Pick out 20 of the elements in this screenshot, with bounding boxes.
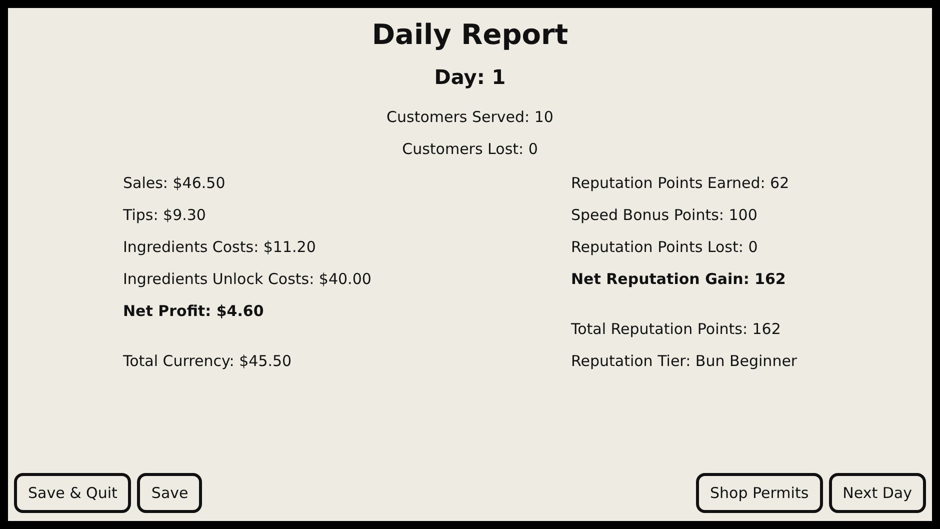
action-button[interactable]: Save <box>137 473 202 513</box>
report-line: Ingredients Unlock Costs: $40.00 <box>123 269 372 289</box>
action-button[interactable]: Shop Permits <box>696 473 823 513</box>
report-line: Total Reputation Points: 162 <box>571 319 782 339</box>
report-line: Sales: $46.50 <box>123 173 226 193</box>
report-line: Ingredients Costs: $11.20 <box>123 237 317 257</box>
day-label: Day: 1 <box>434 65 506 89</box>
report-title: Daily Report <box>372 18 568 51</box>
report-line: Reputation Points Lost: 0 <box>571 237 759 257</box>
action-button[interactable]: Next Day <box>828 473 926 513</box>
report-line: Tips: $9.30 <box>123 205 207 225</box>
report-line: Reputation Tier: Bun Beginner <box>571 351 798 371</box>
summary-line: Customers Lost: 0 <box>402 139 538 159</box>
report-line: Total Currency: $45.50 <box>123 351 293 371</box>
report-line: Net Profit: $4.60 <box>123 301 265 321</box>
report-line: Net Reputation Gain: 162 <box>571 269 787 289</box>
report-line: Speed Bonus Points: 100 <box>571 205 758 225</box>
summary-line: Customers Served: 10 <box>386 107 554 127</box>
action-button[interactable]: Save & Quit <box>14 473 132 513</box>
report-line: Reputation Points Earned: 62 <box>571 173 790 193</box>
